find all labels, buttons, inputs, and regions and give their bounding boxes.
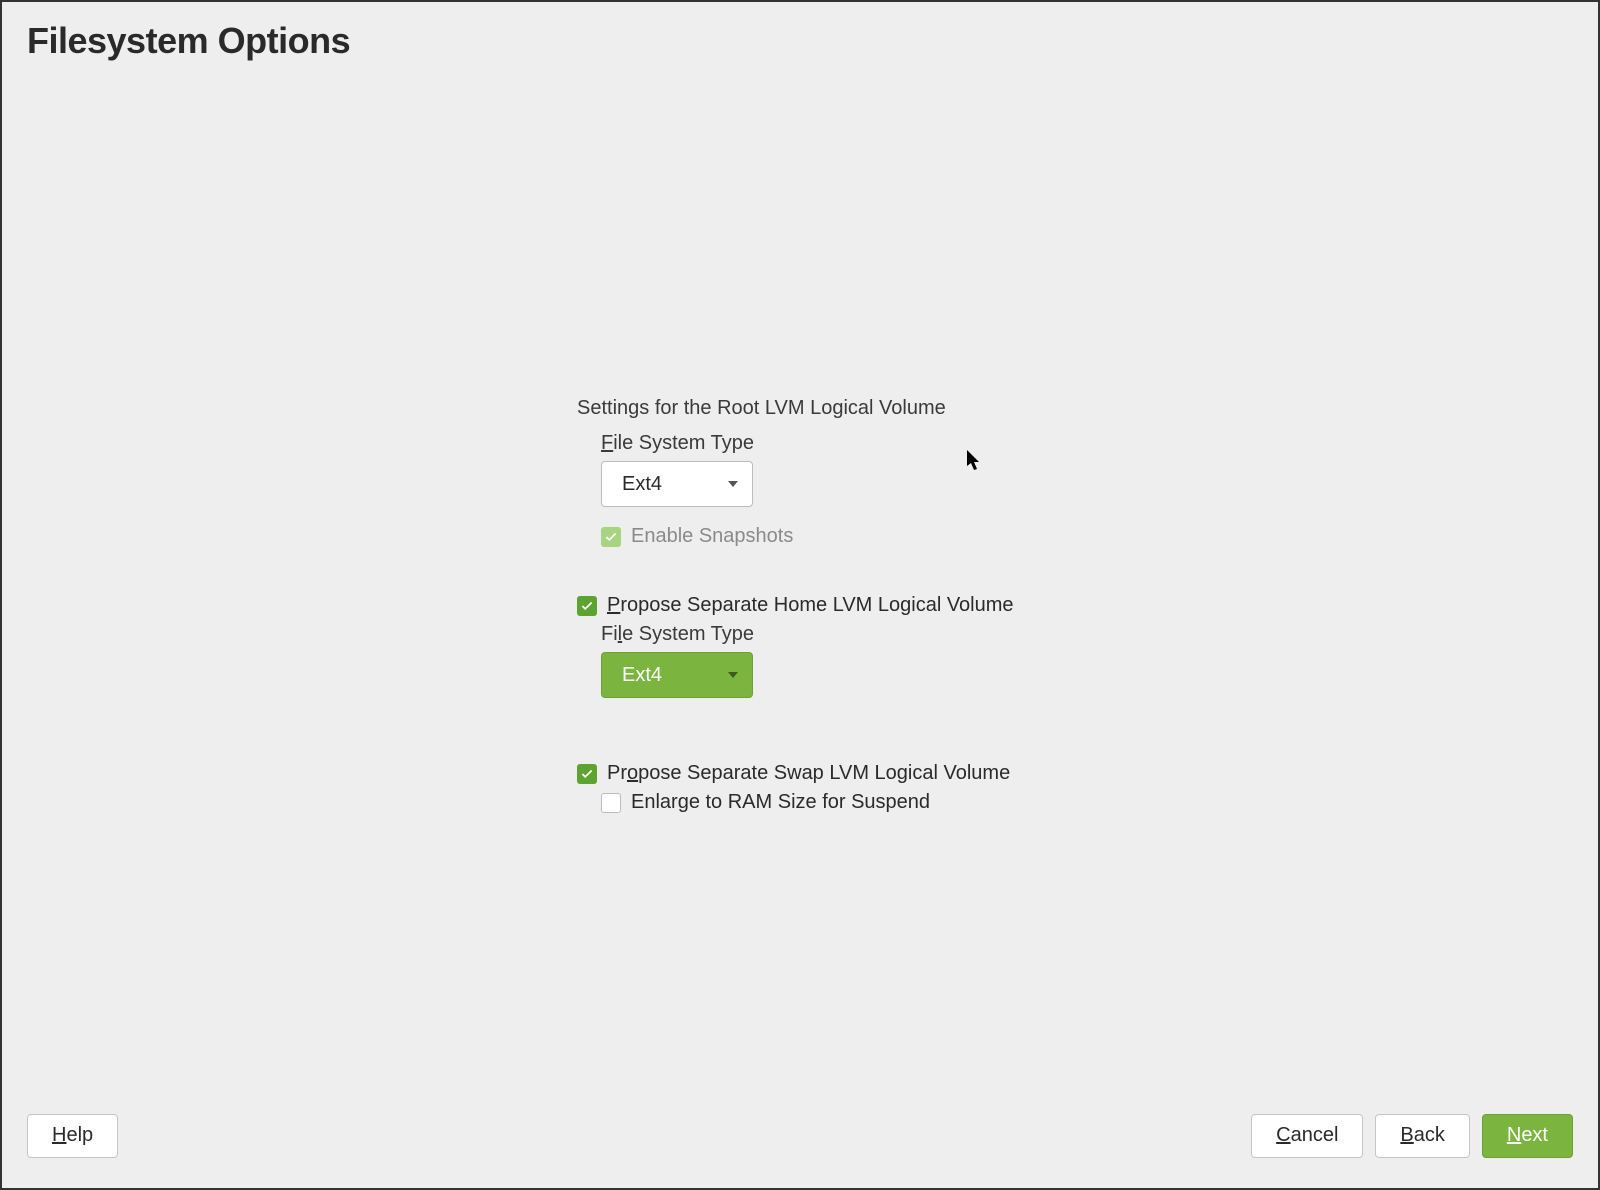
check-icon <box>580 599 594 613</box>
enable-snapshots-checkbox <box>601 527 621 547</box>
home-checkbox-row[interactable]: Propose Separate Home LVM Logical Volume <box>577 594 1177 617</box>
root-fs-type-label: File System Type <box>601 432 1177 455</box>
root-fs-type-dropdown[interactable]: Ext4 <box>601 461 753 507</box>
root-section-heading: Settings for the Root LVM Logical Volume <box>577 397 1177 420</box>
footer: Help Cancel Back Next <box>2 1108 1598 1188</box>
root-fs-type-value: Ext4 <box>622 473 662 496</box>
home-checkbox-label: Propose Separate Home LVM Logical Volume <box>607 594 1014 617</box>
header: Filesystem Options <box>2 2 1598 72</box>
page-title: Filesystem Options <box>27 20 350 62</box>
enlarge-ram-checkbox[interactable] <box>601 793 621 813</box>
home-fs-type-label: File System Type <box>601 623 1177 646</box>
check-icon <box>604 530 618 544</box>
chevron-down-icon <box>728 672 738 678</box>
chevron-down-icon <box>728 481 738 487</box>
enlarge-ram-label: Enlarge to RAM Size for Suspend <box>631 791 930 814</box>
enlarge-ram-row[interactable]: Enlarge to RAM Size for Suspend <box>601 791 1177 814</box>
footer-right: Cancel Back Next <box>1251 1114 1573 1158</box>
swap-checkbox-label: Propose Separate Swap LVM Logical Volume <box>607 762 1010 785</box>
home-checkbox[interactable] <box>577 596 597 616</box>
swap-checkbox-row[interactable]: Propose Separate Swap LVM Logical Volume <box>577 762 1177 785</box>
home-fs-type-dropdown[interactable]: Ext4 <box>601 652 753 698</box>
theme-toggle-icon[interactable] <box>1547 25 1573 58</box>
content-area: Settings for the Root LVM Logical Volume… <box>577 397 1177 820</box>
home-fs-type-value: Ext4 <box>622 664 662 687</box>
enable-snapshots-row: Enable Snapshots <box>601 525 1177 548</box>
swap-checkbox[interactable] <box>577 764 597 784</box>
cancel-button[interactable]: Cancel <box>1251 1114 1363 1158</box>
enable-snapshots-label: Enable Snapshots <box>631 525 793 548</box>
next-button[interactable]: Next <box>1482 1114 1573 1158</box>
check-icon <box>580 767 594 781</box>
help-button[interactable]: Help <box>27 1114 118 1158</box>
back-button[interactable]: Back <box>1375 1114 1469 1158</box>
